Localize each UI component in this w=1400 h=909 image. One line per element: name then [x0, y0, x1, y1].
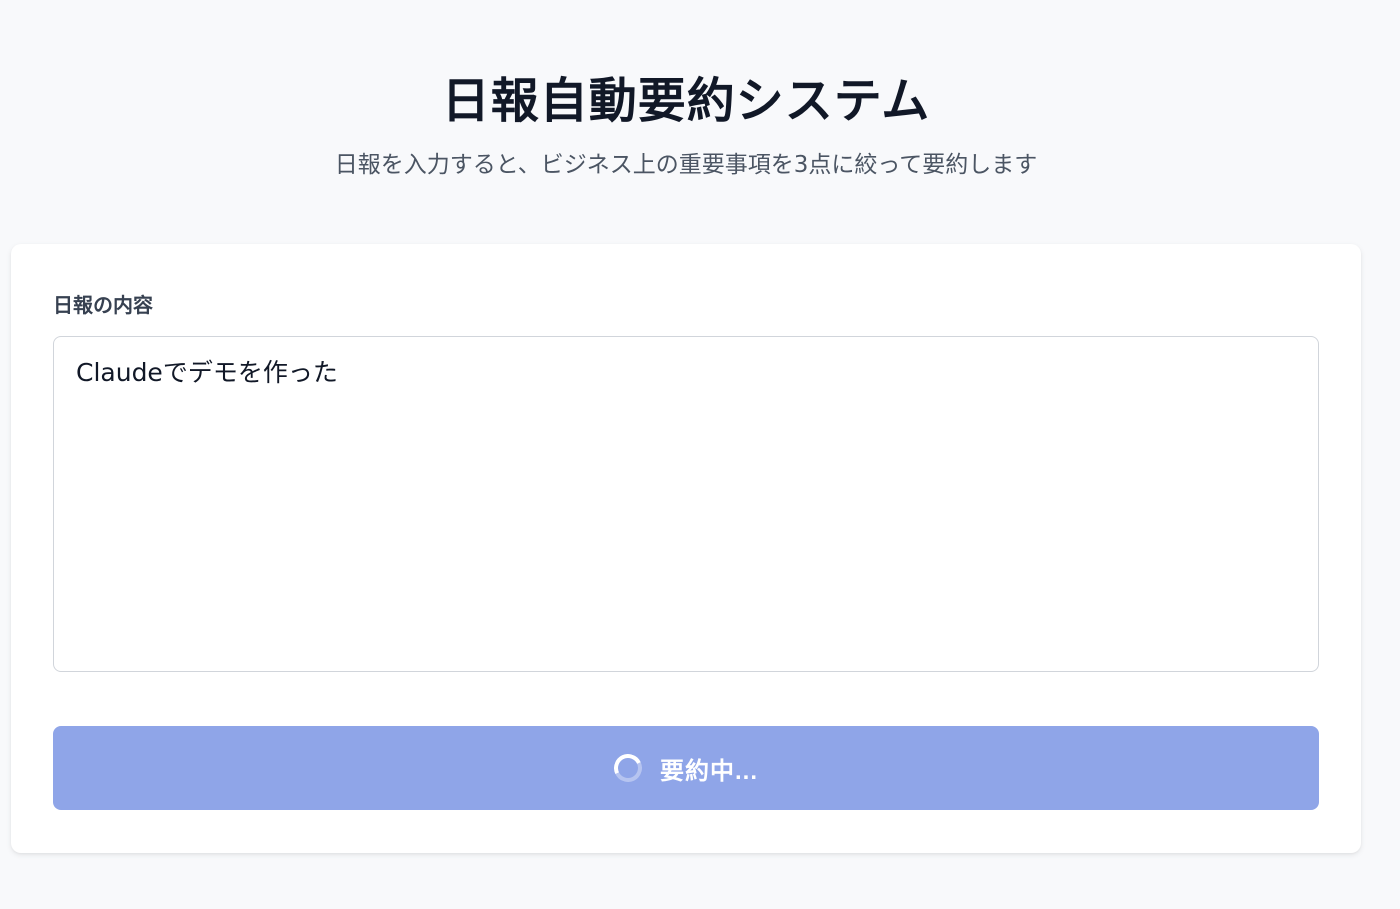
summarize-button-label: 要約中... — [659, 757, 758, 785]
report-content-textarea[interactable]: Claudeでデモを作った — [53, 336, 1319, 672]
spinner-icon — [610, 750, 646, 786]
page-title: 日報自動要約システム — [441, 73, 931, 129]
report-content-label: 日報の内容 — [53, 293, 153, 317]
summarize-button[interactable]: 要約中... — [53, 726, 1319, 810]
input-card: 日報の内容 Claudeでデモを作った 要約中... — [11, 244, 1361, 853]
page-subtitle: 日報を入力すると、ビジネス上の重要事項を3点に絞って要約します — [334, 152, 1038, 178]
page-header: 日報自動要約システム 日報を入力すると、ビジネス上の重要事項を3点に絞って要約し… — [0, 68, 1372, 181]
